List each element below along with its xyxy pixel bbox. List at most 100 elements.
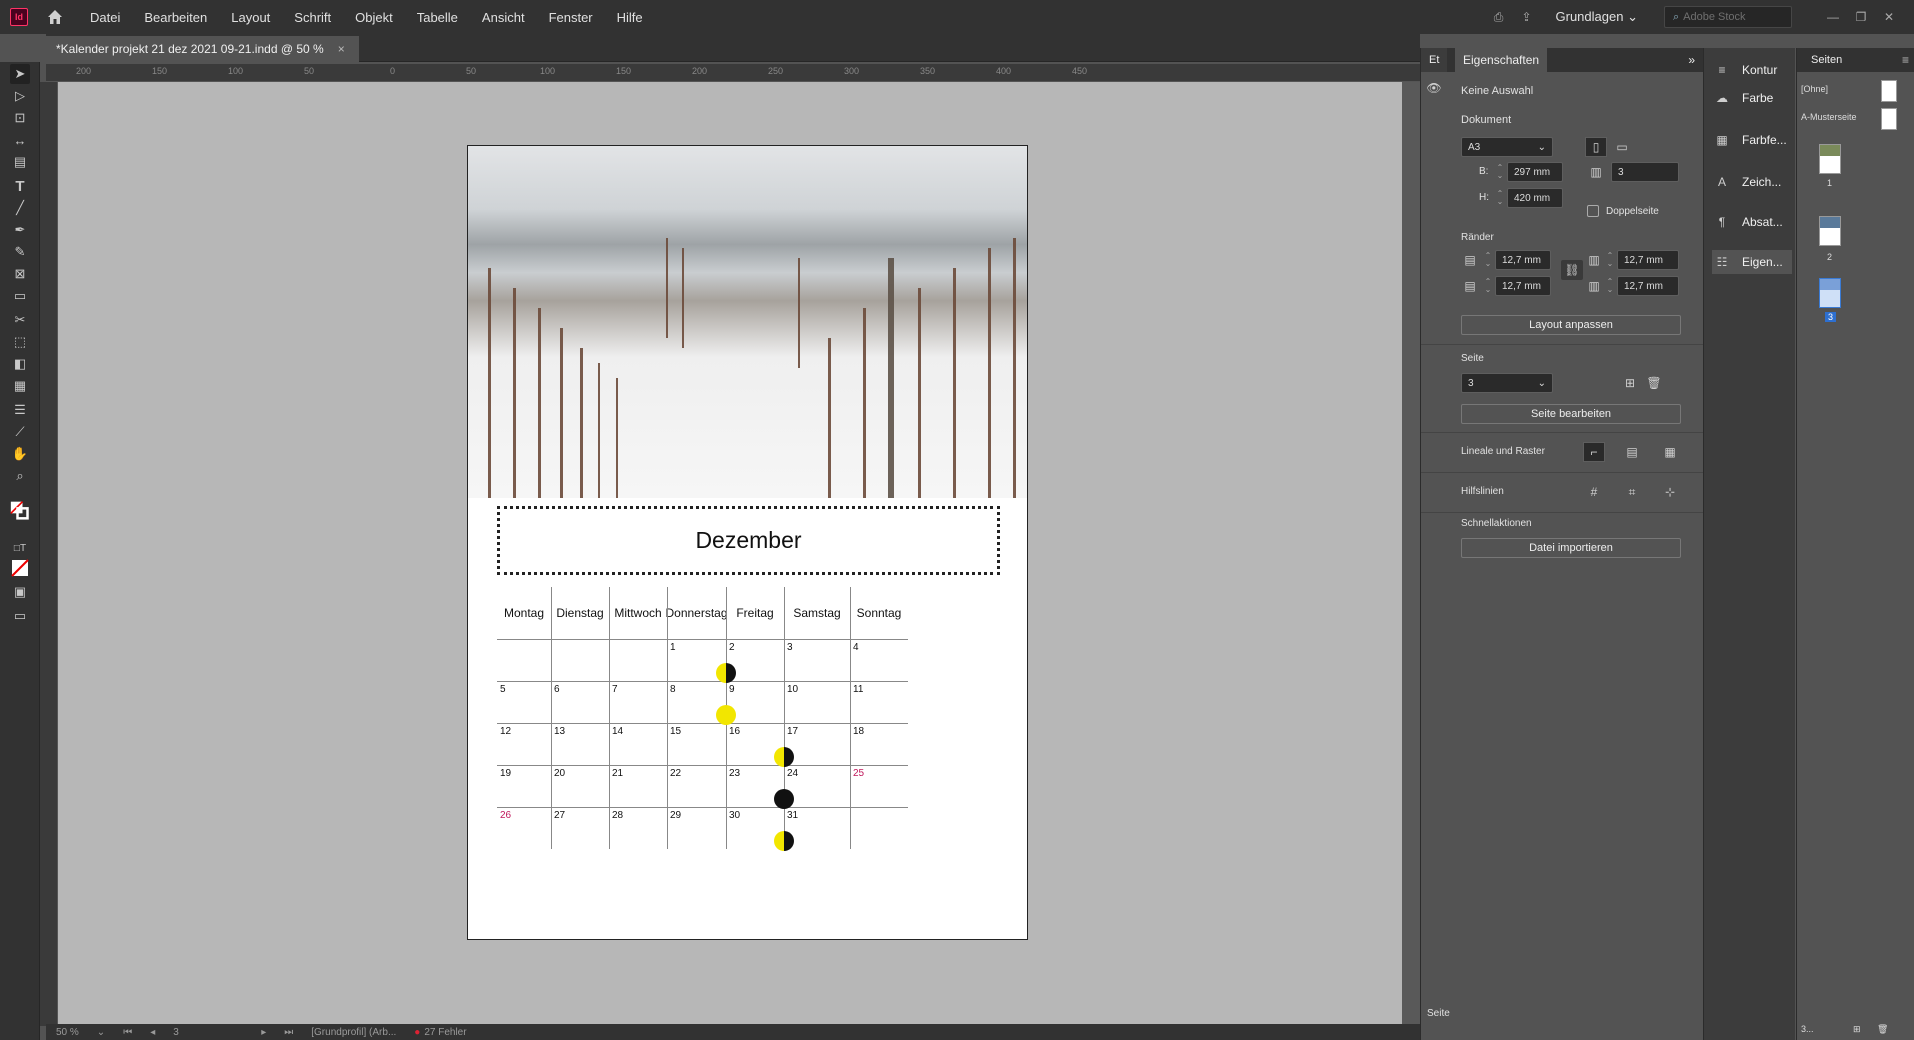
scissors-tool-icon[interactable]: ✂ [10,310,30,330]
menu-datei[interactable]: Datei [78,10,132,25]
master-label[interactable]: A-Musterseite [1801,112,1857,122]
eye-icon[interactable]: 👁 [1423,78,1445,98]
calendar-page[interactable]: Dezember Montag Dienstag Mittwoch Donnersta… [467,145,1028,940]
margin-right-field[interactable]: 12,7 mm [1617,276,1679,296]
none-master-label[interactable]: [Ohne] [1801,84,1828,94]
lock-guides-icon[interactable]: ⌗ [1621,482,1643,502]
page-thumb-3[interactable] [1819,278,1841,308]
close-window-icon[interactable]: ✕ [1878,10,1900,24]
link-margins-icon[interactable]: ⛓ [1561,260,1583,280]
view-mode-icon[interactable]: ▭ [10,606,30,626]
margin-left-field[interactable]: 12,7 mm [1617,250,1679,270]
selection-tool-icon[interactable]: ➤ [10,64,30,84]
guides-icon[interactable]: # [1583,482,1605,502]
stepper-icon[interactable]: ⌃ ⌄ [1481,276,1495,296]
delete-icon[interactable]: 🗑 [1877,1024,1888,1035]
menu-schrift[interactable]: Schrift [282,10,343,25]
winter-vineyard-photo[interactable] [468,146,1027,498]
menu-layout[interactable]: Layout [219,10,282,25]
stock-search-input[interactable]: ⌕ Adobe Stock [1664,6,1792,28]
pencil-tool-icon[interactable]: ✎ [10,242,30,262]
home-icon[interactable] [46,8,64,26]
page-number-field[interactable]: 3 [173,1027,243,1038]
gradient-tool-icon[interactable]: ◧ [10,354,30,374]
screen-mode-icon[interactable]: ▣ [10,582,30,602]
import-file-button[interactable]: Datei importieren [1461,538,1681,558]
restore-icon[interactable]: ❐ [1850,10,1872,24]
new-page-icon[interactable]: ⊞ [1853,1024,1861,1035]
hand-tool-icon[interactable]: ✋ [10,444,30,464]
add-page-icon[interactable]: ⊞ [1619,373,1641,393]
stepper-icon[interactable]: ⌃ ⌄ [1603,250,1617,270]
pages-panel-title[interactable]: Seiten [1811,54,1842,66]
apply-none-icon[interactable] [10,558,30,578]
stepper-icon[interactable]: ⌃ ⌄ [1603,276,1617,296]
dock-item-farbfelder[interactable]: ▦ Farbfe... [1712,128,1792,152]
formatting-container-icon[interactable]: □T [10,538,30,558]
chevron-down-icon[interactable]: ⌄ [97,1027,105,1038]
month-title-frame[interactable]: Dezember [497,506,1000,575]
edit-page-button[interactable]: Seite bearbeiten [1461,404,1681,424]
dock-item-absatz[interactable]: ¶ Absat... [1712,210,1792,234]
panel-menu-icon[interactable]: » [1680,48,1703,72]
none-master-thumb[interactable] [1881,80,1897,102]
page-tool-icon[interactable]: ⊡ [10,108,30,128]
dock-item-farbe[interactable]: ☁ Farbe [1712,86,1792,110]
stepper-icon[interactable]: ⌃ ⌄ [1481,250,1495,270]
first-page-icon[interactable]: ⏮ [123,1027,132,1038]
landscape-orientation-icon[interactable]: ▭ [1611,137,1633,157]
fill-stroke-swatch-icon[interactable] [10,492,30,528]
dock-item-eigenschaften[interactable]: ☷ Eigen... [1712,250,1792,274]
zoom-level[interactable]: 50 % [56,1027,79,1038]
workspace-switcher[interactable]: Grundlagen ⌄ [1556,9,1638,25]
line-tool-icon[interactable]: ╱ [10,198,30,218]
direct-selection-tool-icon[interactable]: ▷ [10,86,30,106]
menu-objekt[interactable]: Objekt [343,10,405,25]
document-tab[interactable]: *Kalender projekt 21 dez 2021 09-21.indd… [46,36,359,62]
panel-menu-icon[interactable]: ≡ [1902,53,1909,67]
next-page-icon[interactable]: ▸ [261,1027,266,1038]
vertical-ruler[interactable] [40,82,58,1026]
content-collector-icon[interactable]: ▤ [10,152,30,172]
format-select[interactable]: A3 ⌄ [1461,137,1553,157]
menu-tabelle[interactable]: Tabelle [405,10,470,25]
delete-page-icon[interactable]: 🗑 [1643,373,1665,393]
smart-guides-icon[interactable]: ⊹ [1659,482,1681,502]
document-grid-icon[interactable]: ▦ [1659,442,1681,462]
free-transform-tool-icon[interactable]: ⬚ [10,332,30,352]
preflight-profile[interactable]: [Grundprofil] (Arb... [311,1027,396,1038]
adjust-layout-button[interactable]: Layout anpassen [1461,315,1681,335]
baseline-grid-icon[interactable]: ▤ [1621,442,1643,462]
close-tab-icon[interactable]: × [338,42,345,56]
menu-ansicht[interactable]: Ansicht [470,10,537,25]
dock-item-zeichen[interactable]: A Zeich... [1712,170,1792,194]
menu-hilfe[interactable]: Hilfe [605,10,655,25]
note-tool-icon[interactable]: ☰ [10,400,30,420]
menu-fenster[interactable]: Fenster [537,10,605,25]
collapsed-tab[interactable]: Et [1421,48,1447,72]
pen-tool-icon[interactable]: ✒ [10,220,30,240]
last-page-icon[interactable]: ⏭ [284,1027,293,1038]
horizontal-ruler[interactable]: 200 150 100 50 0 50 100 150 200 250 300 … [46,64,1420,82]
page-select[interactable]: 3 ⌄ [1461,373,1553,393]
zoom-tool-icon[interactable]: ⌕ [10,466,30,486]
type-tool-icon[interactable]: T [10,176,30,196]
gap-tool-icon[interactable]: ↔ [10,130,30,150]
width-stepper-icon[interactable]: ⌃ ⌄ [1493,162,1507,182]
previous-page-icon[interactable]: ◂ [150,1027,155,1038]
gradient-feather-tool-icon[interactable]: ▦ [10,376,30,396]
pages-count-field[interactable]: 3 [1611,162,1679,182]
ruler-icon[interactable]: ⌐ [1583,442,1605,462]
width-field[interactable]: 297 mm [1507,162,1563,182]
eyedropper-tool-icon[interactable]: ⟋ [10,422,30,442]
margin-bottom-field[interactable]: 12,7 mm [1495,276,1551,296]
vertical-scrollbar[interactable] [1402,82,1420,1024]
rectangle-frame-tool-icon[interactable]: ⊠ [10,264,30,284]
height-stepper-icon[interactable]: ⌃ ⌄ [1493,188,1507,208]
portrait-orientation-icon[interactable]: ▯ [1585,137,1607,157]
dock-item-kontur[interactable]: ≡ Kontur [1712,58,1792,82]
minimize-icon[interactable]: — [1822,10,1844,24]
page-thumb-1[interactable] [1819,144,1841,174]
page-thumb-2[interactable] [1819,216,1841,246]
master-thumb[interactable] [1881,108,1897,130]
